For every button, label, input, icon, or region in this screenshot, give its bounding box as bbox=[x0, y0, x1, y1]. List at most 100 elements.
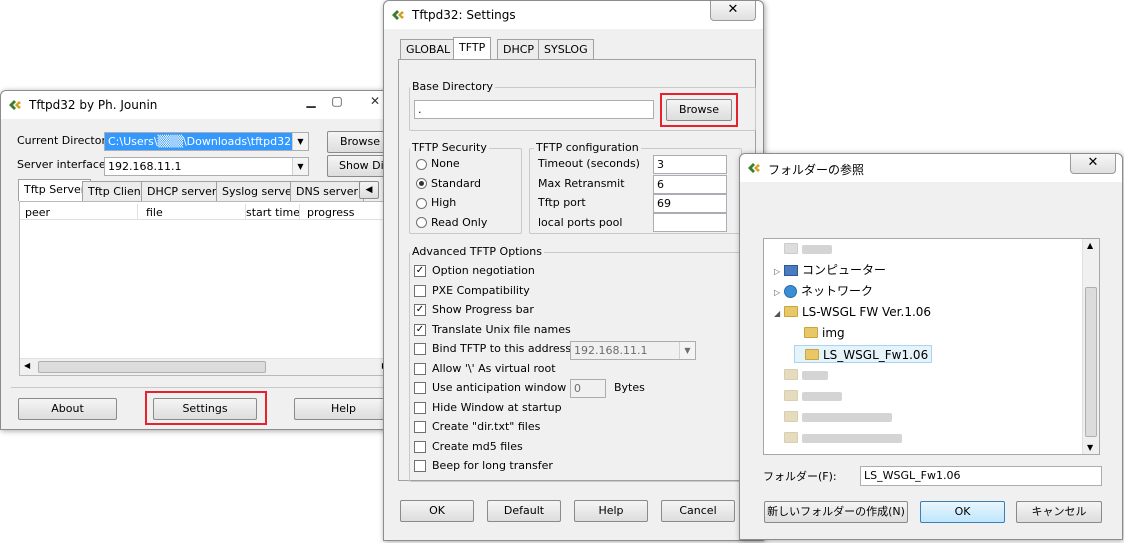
tftp-security-group: TFTP Security None Standard High Read On… bbox=[409, 141, 522, 234]
scrollbar-thumb[interactable] bbox=[1085, 287, 1097, 437]
chk-virtual-root[interactable] bbox=[414, 363, 426, 375]
tab-global[interactable]: GLOBAL bbox=[400, 39, 457, 59]
chk-show-progress-bar-label: Show Progress bar bbox=[432, 303, 534, 316]
max-retransmit-field[interactable]: 6 bbox=[653, 175, 727, 194]
horizontal-scrollbar[interactable]: ◀ ▶ bbox=[20, 358, 392, 375]
tree-item-network[interactable]: ▷ ネットワーク bbox=[774, 282, 873, 300]
chevron-down-icon[interactable]: ▼ bbox=[292, 158, 308, 175]
settings-window: Tftpd32: Settings ✕ GLOBAL TFTP DHCP SYS… bbox=[383, 0, 764, 541]
folder-dialog-title: フォルダーの参照 bbox=[768, 163, 865, 177]
scrollbar-thumb[interactable] bbox=[38, 361, 266, 373]
tree-item-blurred[interactable] bbox=[774, 240, 832, 258]
chk-anticipation-window-label: Use anticipation window of bbox=[432, 381, 581, 394]
chk-hide-window[interactable] bbox=[414, 402, 426, 414]
close-icon[interactable]: ✕ bbox=[1070, 154, 1116, 174]
chevron-down-icon[interactable]: ▼ bbox=[292, 133, 308, 150]
tree-item-blurred[interactable] bbox=[774, 366, 828, 384]
radio-none[interactable] bbox=[416, 159, 427, 170]
settings-title-bar[interactable]: Tftpd32: Settings ✕ bbox=[384, 1, 763, 29]
chk-pxe-compatibility[interactable] bbox=[414, 285, 426, 297]
chk-create-dir-txt[interactable] bbox=[414, 421, 426, 433]
settings-help-button[interactable]: Help bbox=[574, 500, 648, 522]
settings-default-button[interactable]: Default bbox=[487, 500, 561, 522]
folder-ok-button[interactable]: OK bbox=[920, 501, 1005, 523]
tftpd-app-icon bbox=[392, 10, 404, 20]
close-icon[interactable]: ✕ bbox=[710, 1, 756, 21]
chk-bind-tftp[interactable] bbox=[414, 343, 426, 355]
chevron-down-icon[interactable]: ▼ bbox=[679, 342, 695, 359]
tftp-port-field[interactable]: 69 bbox=[653, 194, 727, 213]
scroll-down-icon[interactable]: ▼ bbox=[1087, 443, 1093, 452]
settings-cancel-button[interactable]: Cancel bbox=[661, 500, 735, 522]
folder-icon bbox=[805, 349, 819, 360]
chk-hide-window-label: Hide Window at startup bbox=[432, 401, 562, 414]
chk-pxe-compatibility-label: PXE Compatibility bbox=[432, 284, 530, 297]
minimize-icon[interactable]: ▁ bbox=[297, 93, 325, 111]
tree-item-selected[interactable]: LS_WSGL_Fw1.06 bbox=[794, 345, 933, 363]
anticipation-field[interactable]: 0 bbox=[570, 379, 606, 398]
main-title-bar[interactable]: Tftpd32 by Ph. Jounin ▁ ▢ ✕ bbox=[1, 91, 391, 119]
local-ports-pool-field[interactable] bbox=[653, 213, 727, 232]
timeout-field[interactable]: 3 bbox=[653, 155, 727, 174]
column-peer[interactable]: peer bbox=[25, 206, 50, 219]
local-ports-pool-label: local ports pool bbox=[538, 216, 623, 229]
highlight-box bbox=[145, 391, 267, 425]
tree-item-root-folder[interactable]: ◢ LS-WSGL FW Ver.1.06 bbox=[774, 303, 931, 321]
server-interface-select[interactable]: 192.168.11.1 ▼ bbox=[104, 157, 309, 176]
base-directory-field[interactable]: . bbox=[414, 100, 654, 119]
tab-tftp[interactable]: TFTP bbox=[453, 37, 492, 59]
tab-dns-server[interactable]: DNS server bbox=[290, 181, 364, 201]
folder-tree[interactable]: ▷ コンピューター ▷ ネットワーク ◢ LS-WSGL FW Ver.1.06 im… bbox=[763, 238, 1100, 455]
folder-browse-dialog: フォルダーの参照 ✕ ▷ コンピューター ▷ ネットワーク ◢ LS-WSGL FW … bbox=[739, 153, 1123, 540]
scroll-up-icon[interactable]: ▲ bbox=[1087, 241, 1093, 250]
folder-dialog-title-bar[interactable]: フォルダーの参照 ✕ bbox=[740, 154, 1122, 182]
column-progress[interactable]: progress bbox=[307, 206, 355, 219]
chk-create-md5[interactable] bbox=[414, 441, 426, 453]
transfer-list[interactable]: peer file start time progress ◀ ▶ bbox=[19, 201, 393, 376]
tree-item-blurred[interactable] bbox=[774, 408, 892, 426]
tftpd-app-icon bbox=[748, 163, 760, 173]
tftp-port-label: Tftp port bbox=[538, 196, 586, 209]
chk-virtual-root-label: Allow '\' As virtual root bbox=[432, 362, 556, 375]
radio-high[interactable] bbox=[416, 198, 427, 209]
chk-show-progress-bar[interactable]: ✓ bbox=[414, 304, 426, 316]
chk-translate-unix[interactable]: ✓ bbox=[414, 324, 426, 336]
radio-standard[interactable] bbox=[416, 178, 427, 189]
tab-dhcp[interactable]: DHCP bbox=[497, 39, 541, 59]
server-interface-label: Server interface bbox=[17, 158, 106, 171]
chk-bind-tftp-label: Bind TFTP to this address bbox=[432, 342, 572, 355]
tree-item-img[interactable]: img bbox=[794, 324, 845, 342]
anticipation-unit: Bytes bbox=[614, 381, 645, 394]
folder-icon bbox=[804, 327, 818, 338]
tab-tftp-server[interactable]: Tftp Server bbox=[18, 179, 92, 201]
about-button[interactable]: About bbox=[18, 398, 117, 420]
tree-item-blurred[interactable] bbox=[774, 387, 842, 405]
tab-scroll-left-icon[interactable]: ◀ bbox=[359, 181, 379, 199]
chk-create-dir-txt-label: Create "dir.txt" files bbox=[432, 420, 541, 433]
folder-name-field[interactable]: LS_WSGL_Fw1.06 bbox=[860, 466, 1102, 486]
bind-address-select[interactable]: 192.168.11.1 ▼ bbox=[570, 341, 696, 360]
scroll-left-icon[interactable]: ◀ bbox=[24, 361, 30, 370]
tree-item-blurred[interactable] bbox=[774, 429, 902, 447]
column-file[interactable]: file bbox=[146, 206, 163, 219]
tab-dhcp-server[interactable]: DHCP server bbox=[141, 181, 223, 201]
radio-read-only[interactable] bbox=[416, 217, 427, 228]
new-folder-button[interactable]: 新しいフォルダーの作成(N) bbox=[764, 501, 908, 523]
chk-option-negotiation[interactable]: ✓ bbox=[414, 265, 426, 277]
tree-item-computer[interactable]: ▷ コンピューター bbox=[774, 261, 886, 279]
tab-syslog[interactable]: SYSLOG bbox=[538, 39, 594, 59]
vertical-scrollbar[interactable]: ▲ ▼ bbox=[1082, 239, 1099, 454]
maximize-icon[interactable]: ▢ bbox=[323, 93, 351, 111]
chk-option-negotiation-label: Option negotiation bbox=[432, 264, 535, 277]
computer-icon bbox=[784, 265, 798, 276]
folder-cancel-button[interactable]: キャンセル bbox=[1016, 501, 1102, 523]
current-directory-field[interactable]: C:\Users\▒▒▒\Downloads\tftpd32.400 ▼ bbox=[104, 132, 309, 151]
help-button[interactable]: Help bbox=[294, 398, 393, 420]
chk-anticipation-window[interactable] bbox=[414, 382, 426, 394]
current-directory-value: C:\Users\▒▒▒\Downloads\tftpd32.400 bbox=[108, 135, 309, 148]
tree-label-img: img bbox=[822, 326, 845, 340]
chk-beep-long-transfer[interactable] bbox=[414, 460, 426, 472]
chk-translate-unix-label: Translate Unix file names bbox=[432, 323, 571, 336]
settings-ok-button[interactable]: OK bbox=[400, 500, 474, 522]
column-start-time[interactable]: start time bbox=[246, 206, 300, 219]
